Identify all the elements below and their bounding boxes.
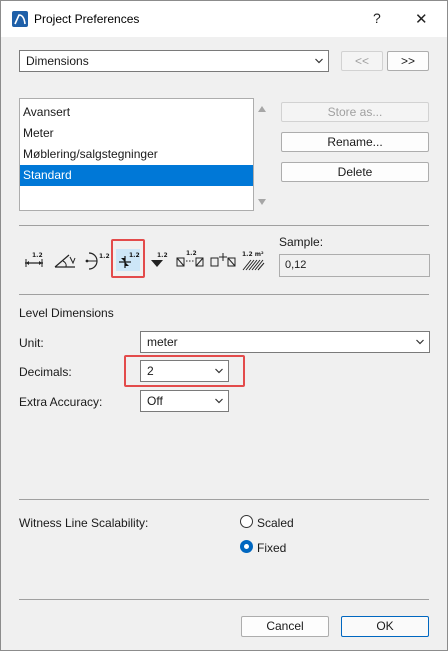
window-title: Project Preferences bbox=[34, 12, 140, 26]
icon-label: 1.2 bbox=[186, 250, 197, 257]
chevron-down-icon bbox=[416, 339, 424, 345]
area-dimension-icon[interactable]: 1.2 m² bbox=[241, 249, 267, 271]
chevron-down-icon bbox=[315, 58, 323, 64]
next-page-button[interactable]: >> bbox=[387, 51, 429, 71]
archicad-app-icon bbox=[12, 11, 28, 27]
ok-button[interactable]: OK bbox=[341, 616, 429, 637]
decimals-label: Decimals: bbox=[19, 365, 72, 379]
linear-dimension-icon[interactable]: 1.2 bbox=[23, 249, 45, 271]
extra-accuracy-label: Extra Accuracy: bbox=[19, 395, 103, 409]
sample-value: 0,12 bbox=[285, 259, 307, 271]
preference-page-select[interactable]: Dimensions bbox=[19, 50, 329, 72]
icon-label: 1.2 bbox=[99, 253, 110, 260]
list-item[interactable]: Avansert bbox=[20, 102, 253, 123]
scheme-list[interactable]: Avansert Meter Møblering/salgstegninger … bbox=[19, 98, 254, 211]
sample-label: Sample: bbox=[279, 235, 324, 249]
dimension-type-toolbar: 1.2 1.2 1.2 1.2 1.2 1.2 m² bbox=[23, 249, 273, 273]
list-item[interactable]: Meter bbox=[20, 123, 253, 144]
decimals-highlight bbox=[124, 355, 245, 387]
icon-label: 1.2 m² bbox=[242, 251, 264, 258]
unit-value: meter bbox=[147, 335, 178, 349]
store-as-button[interactable]: Store as... bbox=[281, 102, 429, 122]
list-item[interactable]: Møblering/salgstegninger bbox=[20, 144, 253, 165]
fixed-radio[interactable] bbox=[240, 540, 253, 553]
previous-page-button[interactable]: << bbox=[341, 51, 383, 71]
help-button[interactable]: ? bbox=[373, 10, 381, 26]
dialog-body: Dimensions << >> Avansert Meter Møblerin… bbox=[1, 37, 447, 650]
unit-label: Unit: bbox=[19, 336, 44, 350]
divider bbox=[19, 225, 429, 226]
list-item-selected[interactable]: Standard bbox=[20, 165, 253, 186]
angle-dimension-icon[interactable] bbox=[53, 249, 77, 271]
fixed-radio-label[interactable]: Fixed bbox=[257, 541, 286, 555]
unit-select[interactable]: meter bbox=[140, 331, 430, 353]
witness-line-label: Witness Line Scalability: bbox=[19, 516, 149, 530]
scaled-radio[interactable] bbox=[240, 515, 253, 528]
scaled-radio-label[interactable]: Scaled bbox=[257, 516, 294, 530]
divider bbox=[19, 294, 429, 295]
divider bbox=[19, 599, 429, 600]
divider bbox=[19, 499, 429, 500]
icon-label: 1.2 bbox=[32, 252, 43, 259]
sample-preview: 0,12 bbox=[279, 254, 430, 277]
scroll-down-icon[interactable] bbox=[257, 198, 267, 206]
extra-accuracy-value: Off bbox=[147, 394, 163, 408]
close-button[interactable]: ✕ bbox=[415, 10, 428, 28]
scroll-up-icon[interactable] bbox=[257, 105, 267, 113]
project-preferences-dialog: Project Preferences ? ✕ Dimensions << >>… bbox=[0, 0, 448, 651]
delete-button[interactable]: Delete bbox=[281, 162, 429, 182]
title-bar: Project Preferences ? ✕ bbox=[1, 1, 447, 37]
cancel-button[interactable]: Cancel bbox=[241, 616, 329, 637]
elevation-dimension-icon[interactable]: 1.2 bbox=[149, 249, 169, 271]
door-window-dimension-icon[interactable]: 1.2 bbox=[175, 249, 205, 271]
preference-page-value: Dimensions bbox=[26, 54, 89, 68]
radial-dimension-icon[interactable]: 1.2 bbox=[83, 249, 111, 271]
chevron-down-icon bbox=[215, 398, 223, 404]
level-dimension-highlight bbox=[111, 239, 145, 278]
icon-label: 1.2 bbox=[157, 252, 168, 259]
rename-button[interactable]: Rename... bbox=[281, 132, 429, 152]
level-dimensions-heading: Level Dimensions bbox=[19, 306, 114, 320]
extra-accuracy-select[interactable]: Off bbox=[140, 390, 229, 412]
sill-height-dimension-icon[interactable] bbox=[209, 249, 237, 271]
